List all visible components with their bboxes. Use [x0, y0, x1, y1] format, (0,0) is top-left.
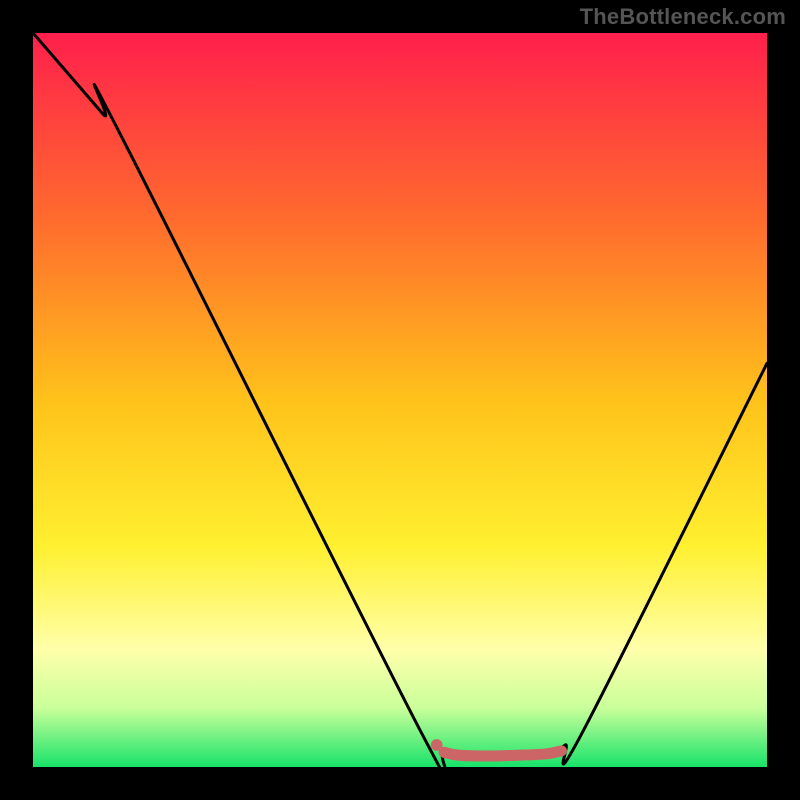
- attribution-text: TheBottleneck.com: [580, 4, 786, 30]
- optimal-range-curve: [444, 751, 561, 756]
- plot-area: [33, 33, 767, 767]
- gradient-background: [33, 33, 767, 767]
- plot-svg: [33, 33, 767, 767]
- chart-frame: TheBottleneck.com: [0, 0, 800, 800]
- optimal-start-dot: [431, 739, 443, 751]
